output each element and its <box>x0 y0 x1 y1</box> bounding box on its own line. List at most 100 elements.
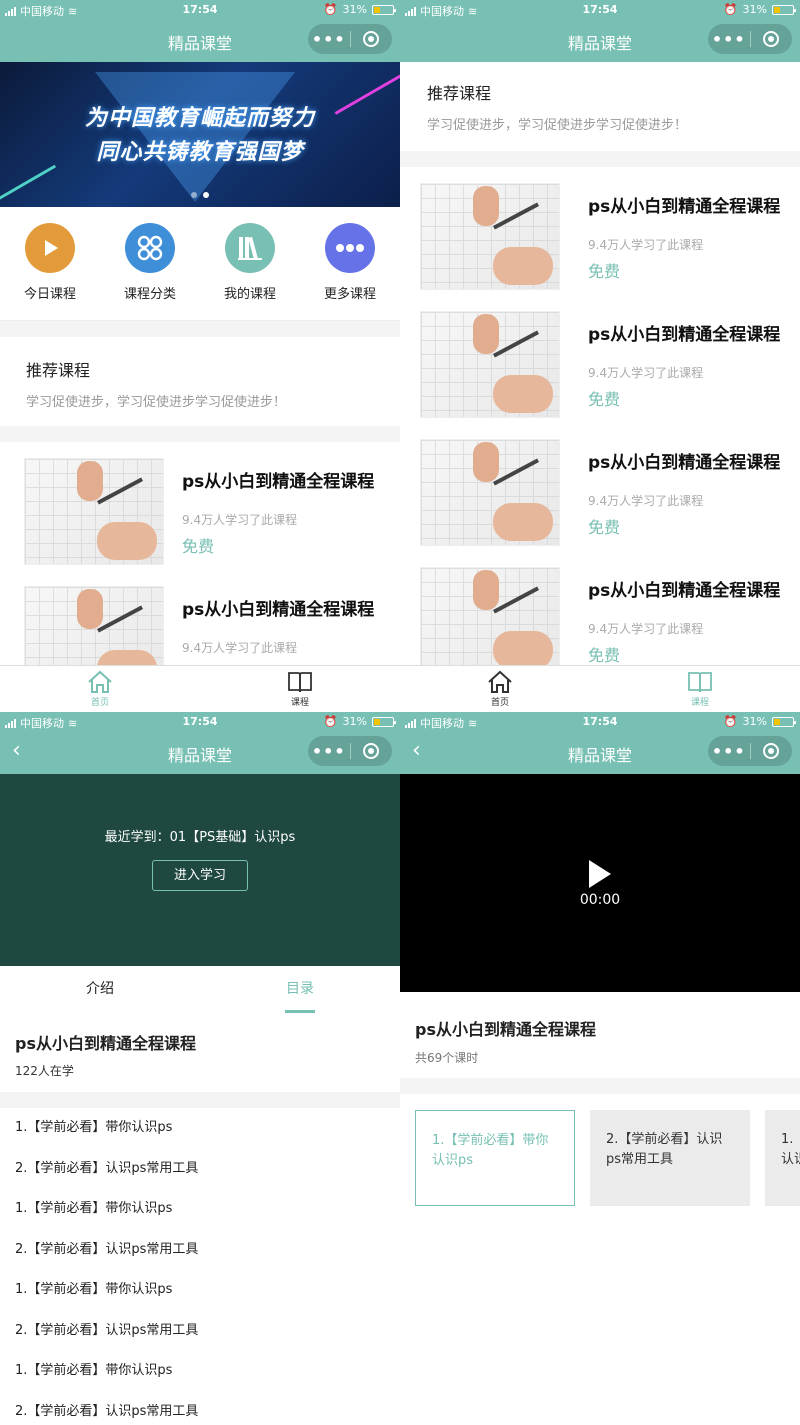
close-capsule-button[interactable] <box>750 31 792 47</box>
status-bar: 中国移动 ≋ 17:54 ⏰ 31% <box>400 712 800 732</box>
course-thumbnail <box>420 311 560 418</box>
tab-bar: 首页 课程 <box>0 665 400 712</box>
lesson-item[interactable]: 2.【学前必看】认识ps常用工具 <box>0 1230 400 1271</box>
status-bar: 中国移动 ≋ 17:54 ⏰ 31% <box>0 0 400 20</box>
enter-study-button[interactable]: 进入学习 <box>152 860 248 891</box>
books-icon <box>225 223 275 273</box>
lesson-item[interactable]: 2.【学前必看】认识ps常用工具 <box>0 1311 400 1352</box>
lesson-item[interactable]: 1.【学前必看】带你认识ps <box>0 1189 400 1230</box>
grid-item-category[interactable]: 课程分类 <box>105 223 195 320</box>
tab-home[interactable]: 首页 <box>0 666 200 712</box>
home-screen: 中国移动 ≋ 17:54 ⏰ 31% 精品课堂 ••• 为中国教育崛起而努力 同心共… <box>0 0 400 712</box>
lesson-item[interactable]: 2.【学前必看】认识ps常用工具 <box>0 1392 400 1425</box>
more-options-button[interactable]: ••• <box>308 742 350 761</box>
mini-program-capsule: ••• <box>708 736 792 766</box>
course-learners: 9.4万人学习了此课程 <box>182 641 298 655</box>
course-card[interactable]: ps从小白到精通全程课程 9.4万人学习了此课程 免费 <box>400 551 800 679</box>
banner-carousel[interactable]: 为中国教育崛起而努力 同心共铸教育强国梦 <box>0 62 400 207</box>
course-learners: 9.4万人学习了此课程 <box>588 238 704 252</box>
category-grid: 今日课程 课程分类 我的课程 更多课程 <box>0 207 400 321</box>
course-title: ps从小白到精通全程课程 <box>588 325 781 345</box>
tab-home[interactable]: 首页 <box>400 666 600 712</box>
nav-bar: 精品课堂 ••• <box>400 20 800 62</box>
grid-item-label: 更多课程 <box>323 287 376 302</box>
more-options-button[interactable]: ••• <box>708 30 750 49</box>
lesson-item[interactable]: 1.【学前必看】带你认识ps <box>0 1270 400 1311</box>
course-detail-screen: 中国移动 ≋ 17:54 ⏰ 31% ‹ 精品课堂 ••• 最近学到：01【PS基础… <box>0 712 400 1425</box>
course-card[interactable]: ps从小白到精通全程课程 9.4万人学习了此课程 免费 <box>400 423 800 551</box>
nav-bar: ‹ 精品课堂 ••• <box>0 732 400 774</box>
course-card[interactable]: ps从小白到精通全程课程 9.4万人学习了此课程 免费 <box>400 295 800 423</box>
more-options-button[interactable]: ••• <box>308 30 350 49</box>
tab-label: 首页 <box>90 698 109 708</box>
play-icon[interactable] <box>589 860 611 888</box>
course-learners: 9.4万人学习了此课程 <box>588 366 704 380</box>
play-icon <box>25 223 75 273</box>
battery-icon <box>372 4 396 15</box>
close-capsule-button[interactable] <box>350 743 392 759</box>
battery-percent: 31% <box>342 715 367 728</box>
tab-catalog[interactable]: 目录 <box>200 966 400 1014</box>
learner-count: 122人在学 <box>15 1064 74 1078</box>
course-title: ps从小白到精通全程课程 <box>588 581 781 601</box>
course-thumbnail <box>24 458 164 565</box>
lesson-card[interactable]: 2.【学前必看】认识ps常用工具 <box>590 1110 750 1206</box>
tab-courses[interactable]: 课程 <box>600 666 800 712</box>
video-time: 00:00 <box>579 892 621 908</box>
category-icon <box>125 223 175 273</box>
course-price: 免费 <box>588 262 621 281</box>
status-bar: 中国移动 ≋ 17:54 ⏰ 31% <box>0 712 400 732</box>
tab-courses[interactable]: 课程 <box>200 666 400 712</box>
lesson-card[interactable]: 1.【学前必看】带你认识ps <box>765 1110 800 1206</box>
tab-label: 课程 <box>690 698 709 708</box>
course-title: ps从小白到精通全程课程 <box>182 472 375 492</box>
battery-icon <box>772 716 796 727</box>
tab-label: 课程 <box>290 698 309 708</box>
mini-program-capsule: ••• <box>308 24 392 54</box>
section-subtitle: 学习促使进步，学习促使进步学习促使进步！ <box>427 118 688 133</box>
player-screen: 中国移动 ≋ 17:54 ⏰ 31% ‹ 精品课堂 ••• 00:00 ps从小白到… <box>400 712 800 1425</box>
lesson-item[interactable]: 1.【学前必看】带你认识ps <box>0 1108 400 1149</box>
carousel-dot[interactable] <box>191 192 197 198</box>
tab-bar: 首页 课程 <box>400 665 800 712</box>
close-capsule-button[interactable] <box>750 743 792 759</box>
lesson-card-active[interactable]: 1.【学前必看】带你认识ps <box>415 1110 575 1206</box>
detail-tabs: 介绍 目录 <box>0 966 400 1014</box>
lesson-count: 共69个课时 <box>415 1051 479 1065</box>
tab-label: 首页 <box>490 698 509 708</box>
nav-bar: ‹ 精品课堂 ••• <box>400 732 800 774</box>
battery-percent: 31% <box>342 3 367 16</box>
recent-lesson-text: 最近学到：01【PS基础】认识ps <box>104 830 296 845</box>
course-thumbnail <box>420 439 560 546</box>
grid-item-today[interactable]: 今日课程 <box>5 223 95 320</box>
lesson-item[interactable]: 2.【学前必看】认识ps常用工具 <box>0 1149 400 1190</box>
target-icon <box>363 743 380 759</box>
course-list-screen: 中国移动 ≋ 17:54 ⏰ 31% 精品课堂 ••• 推荐课程 学习促使进步，学习… <box>400 0 800 712</box>
course-price: 免费 <box>588 518 621 537</box>
close-capsule-button[interactable] <box>350 31 392 47</box>
active-tab-indicator <box>285 1010 315 1013</box>
grid-item-my-courses[interactable]: 我的课程 <box>205 223 295 320</box>
tab-intro[interactable]: 介绍 <box>0 966 200 1014</box>
lesson-item[interactable]: 1.【学前必看】带你认识ps <box>0 1351 400 1392</box>
battery-percent: 31% <box>742 3 767 16</box>
more-options-button[interactable]: ••• <box>708 742 750 761</box>
course-card[interactable]: ps从小白到精通全程课程 9.4万人学习了此课程 免费 <box>400 167 800 295</box>
banner-line-1: 为中国教育崛起而努力 <box>84 106 315 131</box>
section-divider <box>400 1078 800 1094</box>
grid-item-label: 今日课程 <box>23 287 76 302</box>
lesson-carousel: 1.【学前必看】带你认识ps 2.【学前必看】认识ps常用工具 1.【学前必看】… <box>400 1094 800 1234</box>
grid-item-more[interactable]: 更多课程 <box>305 223 395 320</box>
course-card[interactable]: ps从小白到精通全程课程 9.4万人学习了此课程 免费 <box>0 442 400 570</box>
home-icon <box>488 670 512 693</box>
mini-program-capsule: ••• <box>308 736 392 766</box>
alarm-icon: ⏰ <box>323 715 338 728</box>
course-learners: 9.4万人学习了此课程 <box>182 513 298 527</box>
section-subtitle: 学习促使进步，学习促使进步学习促使进步！ <box>26 395 287 410</box>
course-price: 免费 <box>588 646 621 665</box>
course-title: ps从小白到精通全程课程 <box>415 1020 596 1039</box>
course-title: ps从小白到精通全程课程 <box>15 1034 196 1053</box>
course-learners: 9.4万人学习了此课程 <box>588 622 704 636</box>
carousel-dot-active[interactable] <box>203 192 209 198</box>
video-player[interactable]: 00:00 <box>400 774 800 992</box>
